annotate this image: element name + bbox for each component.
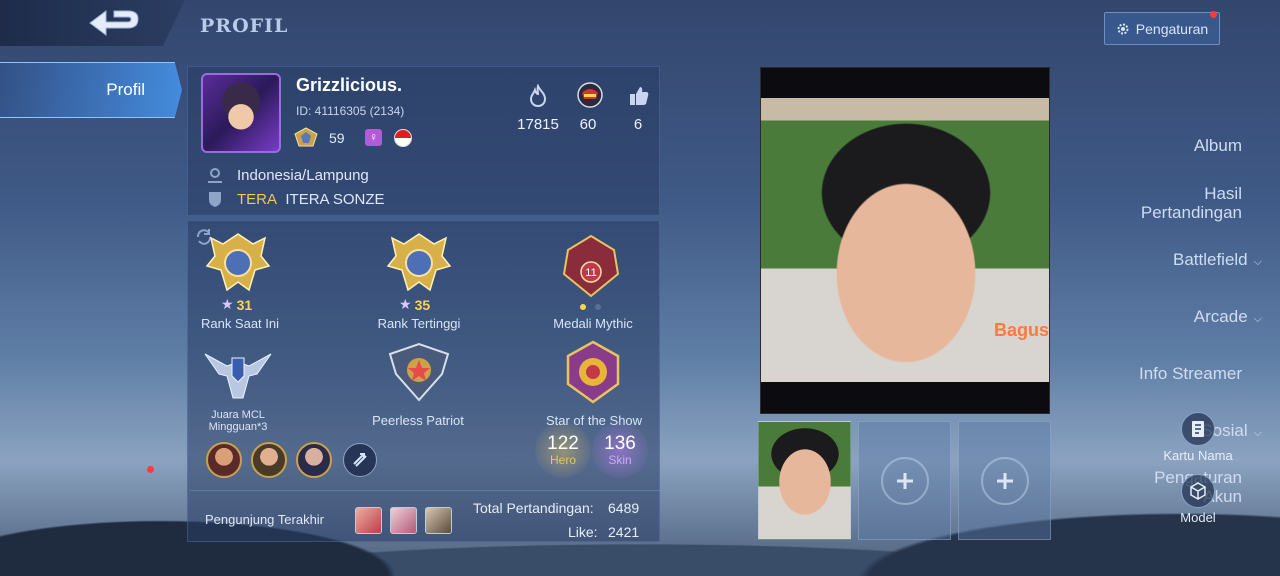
- female-gender-icon: ♀: [365, 129, 382, 146]
- stat-value: 6: [633, 116, 643, 133]
- sidebar-item-label: Pertandingan: [1140, 203, 1242, 222]
- visitor-avatar[interactable]: [425, 507, 452, 534]
- mcl-champion-label: Juara MCL Mingguan*3: [208, 409, 268, 433]
- profile-photo[interactable]: Bagus: [760, 67, 1050, 414]
- squad-shield-icon: [209, 192, 221, 207]
- sidebar-item-label: Album: [1193, 136, 1242, 155]
- visitor-avatar[interactable]: [390, 507, 417, 534]
- mythic-medal-label: Medali Mythic: [553, 316, 633, 331]
- sidebar-item-battlefield[interactable]: Battlefield ⌵: [1173, 250, 1262, 272]
- back-button[interactable]: [84, 6, 144, 40]
- settings-label: Pengaturan: [1135, 20, 1209, 37]
- star-of-show-emblem[interactable]: [558, 338, 628, 408]
- skin-count[interactable]: 136 Skin: [592, 422, 648, 478]
- chevron-down-icon: ⌵: [1253, 427, 1262, 439]
- level-badge-icon: [294, 127, 318, 147]
- peerless-patriot-emblem[interactable]: [384, 338, 454, 408]
- avatar[interactable]: [201, 73, 281, 153]
- photo-thumbnail[interactable]: [758, 421, 851, 540]
- like-label: Like:: [568, 524, 598, 540]
- helmet-icon: [577, 82, 603, 108]
- swap-icon: [353, 453, 367, 467]
- chevron-down-icon: ⌵: [1253, 313, 1262, 325]
- recent-visitors-label: Pengunjung Terakhir: [205, 512, 325, 527]
- sidebar-item-label: Hasil: [1204, 184, 1242, 203]
- mythic-progress-dot: [595, 304, 601, 310]
- squad-row[interactable]: TERA ITERA SONZE: [205, 190, 385, 208]
- settings-button[interactable]: Pengaturan: [1104, 12, 1220, 45]
- name-card-button[interactable]: Kartu Nama: [1153, 412, 1243, 463]
- star-of-show-label: Star of the Show: [545, 413, 643, 428]
- sidebar-item-label: Arcade: [1193, 307, 1248, 326]
- current-rank-label: Rank Saat Ini: [200, 316, 280, 331]
- page-title: PROFIL: [200, 15, 289, 37]
- visitor-avatar[interactable]: [355, 507, 382, 534]
- total-matches-value: 6489: [608, 500, 640, 516]
- highest-rank-label: Rank Tertinggi: [377, 316, 461, 331]
- location-row: Indonesia/Lampung: [205, 166, 369, 184]
- player-name: Grizzlicious.: [296, 75, 403, 95]
- sidebar-item-label: Info Streamer: [1139, 364, 1242, 383]
- like-value: 2421: [608, 524, 640, 540]
- sidebar-item-info-streamer[interactable]: Info Streamer: [1139, 364, 1242, 383]
- sidebar-item-label: Battlefield: [1172, 250, 1248, 269]
- peerless-patriot-label: Peerless Patriot: [372, 413, 464, 428]
- favorite-hero-avatar[interactable]: [206, 442, 242, 478]
- model-label: Model: [1180, 510, 1216, 525]
- indonesia-flag-icon: [394, 129, 412, 147]
- model-button[interactable]: Model: [1153, 474, 1243, 525]
- mythic-medal-emblem[interactable]: 11: [556, 232, 626, 302]
- squad-tag: TERA: [237, 190, 278, 208]
- chevron-down-icon: ⌵: [1253, 256, 1262, 268]
- total-matches-label: Total Pertandingan:: [473, 500, 594, 516]
- favorite-hero-avatar[interactable]: [296, 442, 332, 478]
- photo-watermark: Bagus: [993, 320, 1049, 340]
- swap-heroes-button[interactable]: [343, 443, 377, 477]
- mythic-progress-dot: [580, 304, 586, 310]
- name-card-label: Kartu Nama: [1163, 448, 1233, 463]
- account-notification-dot: [147, 466, 154, 473]
- add-photo-slot[interactable]: [858, 421, 951, 540]
- divider: [190, 490, 660, 491]
- mcl-champion-emblem[interactable]: [203, 336, 273, 406]
- hero-count[interactable]: 122 Hero: [535, 422, 591, 478]
- thumbs-up-icon: [630, 87, 649, 105]
- sidebar-item-hasil-pertandingan[interactable]: Hasil Pertandingan: [1141, 184, 1242, 222]
- add-photo-slot[interactable]: [958, 421, 1051, 540]
- gear-icon: [1117, 23, 1129, 34]
- sidebar-item-arcade[interactable]: Arcade ⌵: [1194, 307, 1262, 329]
- current-rank-emblem[interactable]: [203, 230, 273, 300]
- player-id: ID: 41116305 (2134): [296, 104, 405, 118]
- current-rank-stars: ★ 31: [221, 296, 253, 313]
- highest-rank-emblem[interactable]: [384, 230, 454, 300]
- card-icon: [1181, 412, 1215, 446]
- location-text: Indonesia/Lampung: [237, 166, 369, 184]
- sidebar-item-profil-label: Profil: [106, 80, 145, 99]
- back-arrow-icon: [89, 10, 139, 36]
- flame-icon: [529, 84, 547, 108]
- highest-rank-stars: ★ 35: [399, 296, 431, 313]
- player-level: 59: [329, 130, 345, 146]
- mythic-level: 11: [585, 267, 596, 279]
- location-pin-icon: [208, 168, 222, 183]
- favorite-hero-avatar[interactable]: [251, 442, 287, 478]
- settings-notification-dot: [1210, 11, 1217, 18]
- add-photo-icon: [980, 456, 1029, 505]
- add-photo-icon: [880, 456, 929, 505]
- sidebar-item-album[interactable]: Album: [1194, 136, 1242, 155]
- squad-name: ITERA SONZE: [285, 190, 385, 208]
- cube-icon: [1181, 474, 1215, 508]
